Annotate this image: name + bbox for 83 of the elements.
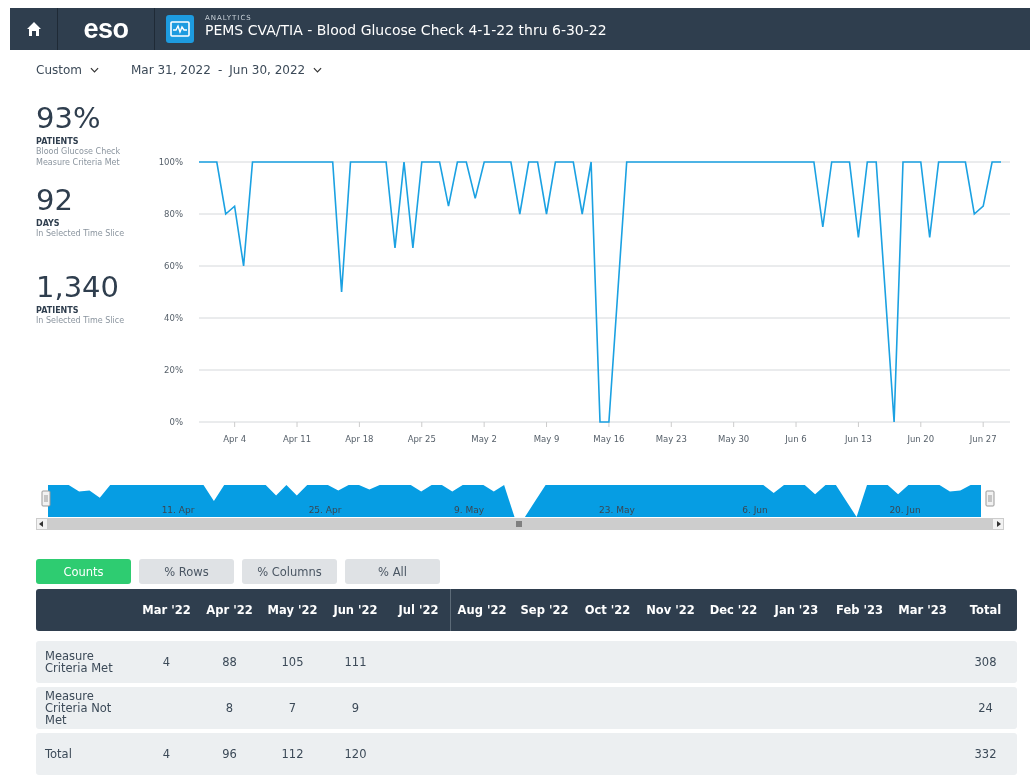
column-header[interactable]: Jan '23 <box>765 603 828 617</box>
view-toggle-button[interactable]: % All <box>345 559 440 584</box>
logo[interactable]: eso <box>83 15 129 43</box>
view-toggle-button[interactable]: % Rows <box>139 559 234 584</box>
axis-label: May 2 <box>471 434 497 444</box>
table-cell-text: 4 <box>161 655 172 669</box>
axis-label: Jun 6 <box>785 434 807 444</box>
stat-caption: In Selected Time Slice <box>36 228 126 239</box>
table-cell-text: 111 <box>343 655 368 669</box>
range-handle[interactable] <box>985 490 995 507</box>
table-cell-text: 96 <box>221 747 238 761</box>
axis-label: May 9 <box>533 434 560 444</box>
column-header[interactable]: May '22 <box>261 603 324 617</box>
date-separator: - <box>217 63 223 77</box>
chevron-icon <box>90 67 99 73</box>
axis-label: 40% <box>164 313 183 323</box>
navigator-label: 9. May <box>453 505 485 515</box>
axis-label: 100% <box>158 157 183 167</box>
range-handle[interactable] <box>41 490 51 507</box>
chart-icon <box>166 15 194 43</box>
column-header[interactable]: Apr '22 <box>198 603 261 617</box>
row-label: Total <box>44 748 73 760</box>
table-cell-text: 7 <box>287 701 298 715</box>
axis-label: May 16 <box>593 434 625 444</box>
row-label: Measure Criteria Not Met <box>44 690 113 726</box>
axis-label: 80% <box>164 209 183 219</box>
axis-label: 60% <box>164 261 183 271</box>
column-header[interactable]: Oct '22 <box>576 603 639 617</box>
table-cell-text: 112 <box>280 747 305 761</box>
axis-label: Jun 27 <box>969 434 997 444</box>
stat-caption: In Selected Time Slice <box>36 315 126 326</box>
row-label: Measure Criteria Met <box>44 650 114 674</box>
table-cell-text: 8 <box>224 701 235 715</box>
table-cell-text: 120 <box>343 747 368 761</box>
column-header[interactable]: Total <box>954 603 1017 617</box>
table-cell-text: 332 <box>973 747 998 761</box>
stat-label: PATIENTS <box>36 306 80 315</box>
navigator-label: 20. Jun <box>889 505 921 515</box>
table-cell-text: 24 <box>977 701 994 715</box>
column-header[interactable]: Dec '22 <box>702 603 765 617</box>
stat-caption: Blood Glucose Check Measure Criteria Met <box>36 146 122 168</box>
navigator-label: 6. Jun <box>742 505 768 515</box>
axis-label: Apr 18 <box>345 434 374 444</box>
axis-label: Jun 13 <box>845 434 872 444</box>
axis-label: Apr 25 <box>407 434 436 444</box>
column-header[interactable]: Jul '22 <box>387 603 450 617</box>
column-header[interactable]: Sep '22 <box>513 603 576 617</box>
navigator-label: 11. Apr <box>161 505 195 515</box>
axis-label: Jun 20 <box>907 434 935 444</box>
chevron-icon <box>313 67 323 73</box>
axis-label: May 30 <box>718 434 750 444</box>
table-cell-text: 88 <box>221 655 238 669</box>
stat-label: DAYS <box>36 219 61 228</box>
end-date-dropdown[interactable]: Jun 30, 2022 <box>229 63 323 77</box>
stat-value: 92 <box>36 182 74 218</box>
home-icon[interactable] <box>25 21 42 37</box>
table-cell-text: 4 <box>161 747 172 761</box>
table-cell-text: 308 <box>973 655 998 669</box>
axis-label: Apr 11 <box>282 434 312 444</box>
stat-value: 1,340 <box>36 269 121 305</box>
stat-value: 93% <box>36 100 102 136</box>
column-header[interactable]: Nov '22 <box>639 603 702 617</box>
axis-label: Apr 4 <box>223 434 247 444</box>
column-header[interactable]: Mar '23 <box>891 603 954 617</box>
start-date[interactable]: Mar 31, 2022 <box>131 63 211 77</box>
scroll-left-button[interactable] <box>36 518 48 530</box>
scroll-right-button[interactable] <box>992 518 1004 530</box>
column-header[interactable]: Jun '22 <box>324 603 387 617</box>
column-header[interactable]: Feb '23 <box>828 603 891 617</box>
navigator-label: 25. Apr <box>308 505 342 515</box>
axis-label: May 23 <box>655 434 687 444</box>
axis-label: 0% <box>169 417 183 427</box>
stat-label: PATIENTS <box>36 137 80 146</box>
column-header[interactable]: Mar '22 <box>135 603 198 617</box>
axis-label: 20% <box>164 365 183 375</box>
view-toggle-button[interactable]: % Columns <box>242 559 337 584</box>
navigator-label: 23. May <box>599 505 635 515</box>
period-dropdown[interactable]: Custom <box>36 63 99 77</box>
table-cell-text: 105 <box>280 655 305 669</box>
report-title: PEMS CVA/TIA - Blood Glucose Check 4-1-22 thru 6-30-22 <box>205 21 607 39</box>
scrollbar-thumb[interactable] <box>48 518 992 530</box>
column-header[interactable]: Aug '22 <box>450 589 513 631</box>
table-cell-text: 9 <box>350 701 361 715</box>
